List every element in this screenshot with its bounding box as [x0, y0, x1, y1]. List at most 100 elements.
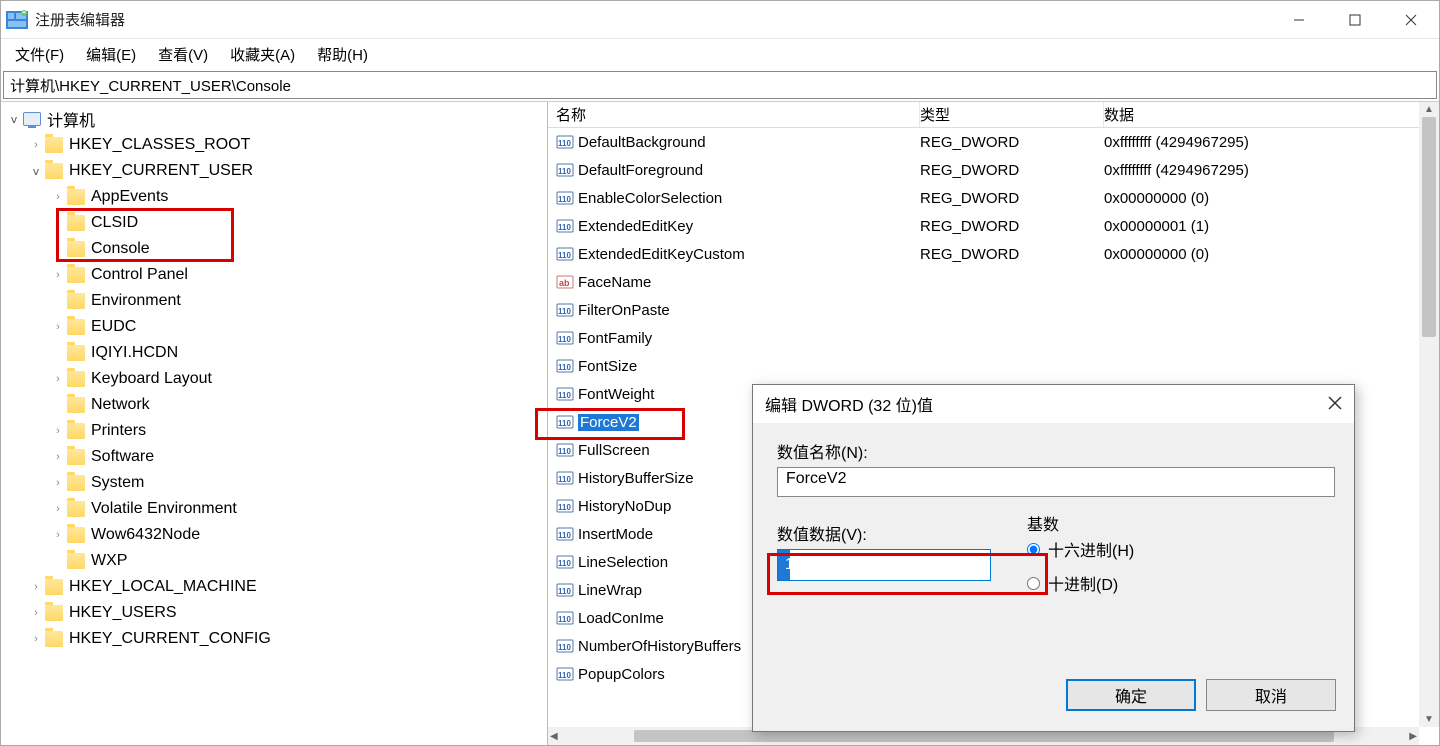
- svg-text:110: 110: [558, 363, 571, 372]
- value-row[interactable]: 110ExtendedEditKeyREG_DWORD0x00000001 (1…: [548, 212, 1439, 240]
- value-type: REG_DWORD: [920, 162, 1104, 179]
- value-name: ForceV2: [578, 414, 639, 431]
- tree-root[interactable]: ⅴ计算机: [1, 106, 547, 132]
- menu-file[interactable]: 文件(F): [7, 42, 72, 67]
- tree-item[interactable]: ›HKEY_CURRENT_CONFIG: [1, 626, 547, 652]
- dialog-title: 编辑 DWORD (32 位)值: [765, 392, 933, 416]
- dialog-close-button[interactable]: [1328, 394, 1342, 415]
- window-controls: [1271, 1, 1439, 38]
- radix-dec[interactable]: 十进制(D): [1027, 571, 1134, 595]
- chevron-right-icon[interactable]: ›: [29, 606, 43, 620]
- tree-item-system[interactable]: ›System: [1, 470, 547, 496]
- chevron-right-icon[interactable]: ›: [51, 190, 65, 204]
- value-row[interactable]: 110FontFamily: [548, 324, 1439, 352]
- menu-favorites[interactable]: 收藏夹(A): [222, 42, 303, 67]
- tree-item-keyboardlayout[interactable]: › Keyboard Layout: [1, 366, 547, 392]
- folder-icon: [45, 605, 63, 621]
- svg-text:110: 110: [558, 251, 571, 260]
- scroll-right-icon[interactable]: ▶: [1409, 731, 1417, 742]
- value-row[interactable]: 110EnableColorSelectionREG_DWORD0x000000…: [548, 184, 1439, 212]
- ok-button[interactable]: 确定: [1066, 679, 1196, 711]
- radio-hex[interactable]: [1027, 543, 1040, 556]
- chevron-right-icon[interactable]: ›: [29, 580, 43, 594]
- value-row[interactable]: 110FilterOnPaste: [548, 296, 1439, 324]
- svg-text:110: 110: [558, 391, 571, 400]
- value-row[interactable]: abFaceName: [548, 268, 1439, 296]
- folder-icon: [45, 631, 63, 647]
- tree-item-iqiyihcdn[interactable]: IQIYI.HCDN: [1, 340, 547, 366]
- scroll-up-icon[interactable]: ▲: [1424, 104, 1434, 115]
- tree-pane[interactable]: ⅴ计算机 › HKEY_CLASSES_ROOT ⅴHKEY_CURRENT_USER…: [1, 102, 548, 745]
- chevron-right-icon[interactable]: ›: [51, 528, 65, 542]
- tree-label: HKEY_USERS: [69, 604, 177, 622]
- tree-item[interactable]: ⅴHKEY_CURRENT_USER: [1, 158, 547, 184]
- value-row[interactable]: 110DefaultForegroundREG_DWORD0xffffffff …: [548, 156, 1439, 184]
- minimize-button[interactable]: [1271, 1, 1327, 38]
- tree-item[interactable]: › HKEY_LOCAL_MACHINE: [1, 574, 547, 600]
- chevron-right-icon[interactable]: ›: [29, 632, 43, 646]
- close-button[interactable]: [1383, 1, 1439, 38]
- tree-item-controlpanel[interactable]: › Control Panel: [1, 262, 547, 288]
- menu-help[interactable]: 帮助(H): [309, 42, 376, 67]
- value-name: FaceName: [578, 274, 651, 291]
- tree-item[interactable]: › HKEY_USERS: [1, 600, 547, 626]
- value-row[interactable]: 110FontSize: [548, 352, 1439, 380]
- tree-item-environment[interactable]: Environment: [1, 288, 547, 314]
- chevron-right-icon[interactable]: ›: [51, 450, 65, 464]
- chevron-down-icon[interactable]: ⅴ: [7, 112, 21, 126]
- reg-dword-icon: 110: [556, 329, 574, 347]
- value-data: 0x00000001 (1): [1104, 218, 1439, 235]
- svg-text:110: 110: [558, 223, 571, 232]
- scroll-left-icon[interactable]: ◀: [550, 731, 558, 742]
- tree-item-printers[interactable]: ›Printers: [1, 418, 547, 444]
- tree-item-wxp[interactable]: WXP: [1, 548, 547, 574]
- menu-view[interactable]: 查看(V): [150, 42, 216, 67]
- tree-label: HKEY_CLASSES_ROOT: [69, 136, 250, 154]
- tree-item-network[interactable]: Network: [1, 392, 547, 418]
- chevron-right-icon[interactable]: ›: [51, 268, 65, 282]
- scrollbar-thumb[interactable]: [1422, 117, 1436, 337]
- scroll-down-icon[interactable]: ▼: [1424, 714, 1434, 725]
- tree-item[interactable]: › HKEY_CLASSES_ROOT: [1, 132, 547, 158]
- chevron-right-icon[interactable]: ›: [51, 372, 65, 386]
- tree-label: Control Panel: [91, 266, 188, 284]
- value-row[interactable]: 110DefaultBackgroundREG_DWORD0xffffffff …: [548, 128, 1439, 156]
- column-data[interactable]: 数据: [1104, 102, 1439, 127]
- value-name-field[interactable]: ForceV2: [777, 467, 1335, 497]
- column-name[interactable]: 名称: [556, 102, 920, 127]
- reg-dword-icon: 110: [556, 301, 574, 319]
- vertical-scrollbar[interactable]: ▲ ▼: [1419, 102, 1439, 727]
- value-data-input[interactable]: [777, 549, 991, 581]
- tree-item-wow6432node[interactable]: ›Wow6432Node: [1, 522, 547, 548]
- chevron-right-icon[interactable]: ›: [51, 502, 65, 516]
- column-type[interactable]: 类型: [920, 102, 1104, 127]
- svg-text:110: 110: [558, 419, 571, 428]
- address-bar[interactable]: 计算机\HKEY_CURRENT_USER\Console: [3, 71, 1437, 99]
- tree-item-volatileenvironment[interactable]: ›Volatile Environment: [1, 496, 547, 522]
- folder-icon: [45, 579, 63, 595]
- tree-item-eudc[interactable]: ›EUDC: [1, 314, 547, 340]
- chevron-right-icon[interactable]: ›: [51, 242, 65, 256]
- chevron-right-icon[interactable]: ›: [51, 476, 65, 490]
- tree-item-console[interactable]: ›Console: [1, 236, 547, 262]
- tree-item-appevents[interactable]: ›AppEvents: [1, 184, 547, 210]
- chevron-right-icon[interactable]: ›: [51, 320, 65, 334]
- tree-label: HKEY_LOCAL_MACHINE: [69, 578, 257, 596]
- value-name: LineSelection: [578, 554, 668, 571]
- value-row[interactable]: 110ExtendedEditKeyCustomREG_DWORD0x00000…: [548, 240, 1439, 268]
- chevron-right-icon[interactable]: ›: [51, 424, 65, 438]
- window-title: 注册表编辑器: [35, 9, 125, 30]
- chevron-right-icon[interactable]: ›: [29, 138, 43, 152]
- radio-dec[interactable]: [1027, 577, 1040, 590]
- svg-text:110: 110: [558, 671, 571, 680]
- radix-hex[interactable]: 十六进制(H): [1027, 537, 1134, 561]
- tree-item-software[interactable]: ›Software: [1, 444, 547, 470]
- reg-dword-icon: 110: [556, 189, 574, 207]
- value-data-label: 数值数据(V):: [777, 521, 991, 545]
- chevron-down-icon[interactable]: ⅴ: [29, 164, 43, 178]
- menu-edit[interactable]: 编辑(E): [78, 42, 144, 67]
- tree-item-clsid[interactable]: CLSID: [1, 210, 547, 236]
- cancel-button[interactable]: 取消: [1206, 679, 1336, 711]
- tree-label: Keyboard Layout: [91, 370, 212, 388]
- maximize-button[interactable]: [1327, 1, 1383, 38]
